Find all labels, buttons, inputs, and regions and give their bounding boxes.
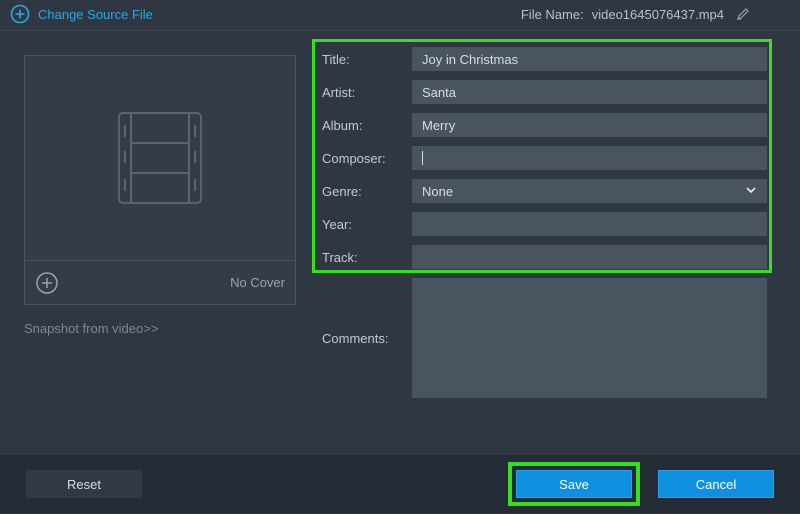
genre-select[interactable]: None [412, 179, 767, 203]
content-area: No Cover Snapshot from video>> Title: Ar… [0, 31, 800, 455]
album-input[interactable] [412, 113, 767, 137]
album-label: Album: [322, 118, 412, 133]
title-label: Title: [322, 52, 412, 67]
chevron-down-icon [745, 184, 757, 199]
cover-art-placeholder [25, 56, 295, 260]
artist-label: Artist: [322, 85, 412, 100]
metadata-form: Title: Artist: Album: Composer: Genre: N… [322, 47, 788, 398]
snapshot-link[interactable]: Snapshot from video>> [24, 321, 310, 336]
film-icon [105, 103, 215, 213]
save-highlight-annotation: Save [508, 462, 640, 506]
cover-bottom-bar: No Cover [25, 260, 295, 304]
artist-input[interactable] [412, 80, 767, 104]
cover-panel: No Cover Snapshot from video>> [0, 31, 310, 455]
year-input[interactable] [412, 212, 767, 236]
add-cover-icon[interactable] [35, 271, 59, 295]
file-name-value: video1645076437.mp4 [592, 7, 724, 22]
change-source-link[interactable]: Change Source File [10, 4, 153, 24]
file-name-label: File Name: [521, 7, 584, 22]
comments-label: Comments: [322, 331, 412, 346]
file-name-display: File Name: video1645076437.mp4 [521, 7, 750, 22]
change-source-label: Change Source File [38, 7, 153, 22]
cover-box: No Cover [24, 55, 296, 305]
cancel-button[interactable]: Cancel [658, 470, 774, 498]
genre-value: None [422, 184, 453, 199]
footer-bar: Reset Save Cancel [0, 455, 800, 513]
composer-label: Composer: [322, 151, 412, 166]
edit-icon[interactable] [736, 7, 750, 21]
no-cover-label: No Cover [230, 275, 285, 290]
composer-input[interactable] [412, 146, 767, 170]
save-button[interactable]: Save [516, 470, 632, 498]
header-bar: Change Source File File Name: video16450… [0, 0, 800, 28]
plus-circle-icon [10, 4, 30, 24]
comments-input[interactable] [412, 278, 767, 398]
metadata-panel: Title: Artist: Album: Composer: Genre: N… [310, 31, 800, 455]
track-input[interactable] [412, 245, 767, 269]
genre-label: Genre: [322, 184, 412, 199]
text-caret [422, 151, 423, 165]
year-label: Year: [322, 217, 412, 232]
title-input[interactable] [412, 47, 767, 71]
track-label: Track: [322, 250, 412, 265]
reset-button[interactable]: Reset [26, 470, 142, 498]
